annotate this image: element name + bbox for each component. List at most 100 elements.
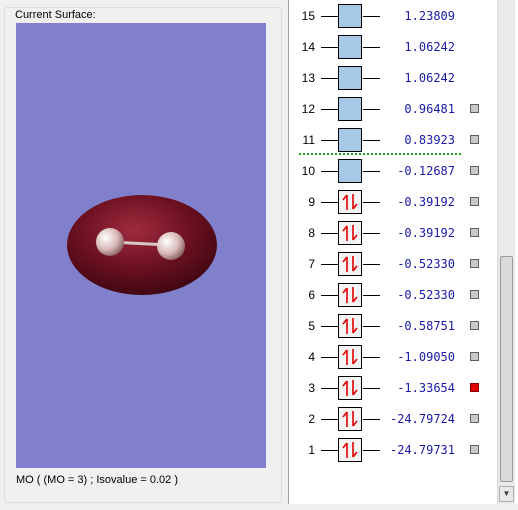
level-line — [321, 16, 338, 17]
mo-row[interactable]: 11 0.83923 — [289, 126, 499, 154]
spin-pair-icon — [342, 411, 358, 427]
occupied-orbital-box[interactable] — [338, 190, 362, 214]
spin-pair-icon — [342, 256, 358, 272]
mo-number: 12 — [301, 102, 315, 116]
mo-select-checkbox[interactable] — [470, 445, 479, 454]
mo-energy-value: -1.33654 — [397, 381, 455, 395]
mo-row[interactable]: 6 -0.52330 — [289, 281, 499, 309]
mo-energy-value: -1.09050 — [397, 350, 455, 364]
mo-select-checkbox[interactable] — [470, 166, 479, 175]
mo-number: 7 — [308, 257, 315, 271]
mo-energy-value: 1.23809 — [404, 9, 455, 23]
mo-number: 2 — [308, 412, 315, 426]
scrollbar-thumb[interactable] — [500, 256, 513, 482]
occupied-orbital-box[interactable] — [338, 407, 362, 431]
mo-row[interactable]: 12 0.96481 — [289, 95, 499, 123]
virtual-orbital-box[interactable] — [338, 66, 362, 90]
mo-number: 9 — [308, 195, 315, 209]
mo-energy-value: 0.83923 — [404, 133, 455, 147]
occupied-orbital-box[interactable] — [338, 252, 362, 276]
spin-pair-icon — [342, 349, 358, 365]
occupied-orbital-box[interactable] — [338, 283, 362, 307]
mo-select-checkbox-active[interactable] — [470, 383, 479, 392]
virtual-orbital-box[interactable] — [338, 97, 362, 121]
level-line — [321, 47, 338, 48]
virtual-orbital-box[interactable] — [338, 4, 362, 28]
mo-number: 13 — [301, 71, 315, 85]
mo-select-checkbox[interactable] — [470, 259, 479, 268]
mo-row[interactable]: 3 -1.33654 — [289, 374, 499, 402]
mo-row[interactable]: 14 1.06242 — [289, 33, 499, 61]
mo-row[interactable]: 13 1.06242 — [289, 64, 499, 92]
mo-row[interactable]: 10 -0.12687 — [289, 157, 499, 185]
mo-energy-value: -0.12687 — [397, 164, 455, 178]
mo-energy-diagram[interactable]: 15 1.23809 14 1.06242 13 1.06242 12 0.96481 11 0.… — [288, 0, 518, 504]
occupied-orbital-box[interactable] — [338, 376, 362, 400]
level-line — [321, 388, 338, 389]
spin-pair-icon — [342, 380, 358, 396]
mo-row[interactable]: 2 -24.79724 — [289, 405, 499, 433]
level-line — [321, 109, 338, 110]
mo-energy-value: -24.79731 — [389, 443, 455, 457]
mo-select-checkbox[interactable] — [470, 290, 479, 299]
mo-row[interactable]: 7 -0.52330 — [289, 250, 499, 278]
virtual-orbital-box[interactable] — [338, 159, 362, 183]
mo-number: 15 — [301, 9, 315, 23]
mo-select-checkbox[interactable] — [470, 228, 479, 237]
mo-row[interactable]: 15 1.23809 — [289, 2, 499, 30]
mo-row[interactable]: 4 -1.09050 — [289, 343, 499, 371]
occupied-orbital-box[interactable] — [338, 221, 362, 245]
occupied-orbital-box[interactable] — [338, 314, 362, 338]
mo-select-checkbox[interactable] — [470, 414, 479, 423]
mo-select-checkbox[interactable] — [470, 135, 479, 144]
virtual-orbital-box[interactable] — [338, 35, 362, 59]
spin-pair-icon — [342, 318, 358, 334]
mo-select-checkbox[interactable] — [470, 321, 479, 330]
mo-row[interactable]: 9 -0.39192 — [289, 188, 499, 216]
mo-select-checkbox[interactable] — [470, 352, 479, 361]
scroll-down-arrow-icon[interactable]: ▼ — [499, 486, 514, 502]
mo-number: 3 — [308, 381, 315, 395]
mo-energy-value: -0.52330 — [397, 288, 455, 302]
mo-number: 8 — [308, 226, 315, 240]
spin-pair-icon — [342, 225, 358, 241]
mo-select-checkbox[interactable] — [470, 197, 479, 206]
level-line — [321, 295, 338, 296]
mo-energy-value: -0.58751 — [397, 319, 455, 333]
level-line — [321, 140, 338, 141]
mo-energy-value: 1.06242 — [404, 71, 455, 85]
mo-energy-value: -0.39192 — [397, 226, 455, 240]
level-line — [321, 78, 338, 79]
mo-number: 14 — [301, 40, 315, 54]
virtual-orbital-box[interactable] — [338, 128, 362, 152]
isosurface-render — [67, 195, 217, 295]
mo-number: 11 — [302, 133, 315, 147]
mo-number: 4 — [308, 350, 315, 364]
mo-select-checkbox[interactable] — [470, 104, 479, 113]
mo-energy-value: 0.96481 — [404, 102, 455, 116]
level-line — [321, 264, 338, 265]
spin-pair-icon — [342, 194, 358, 210]
molecule-viewport[interactable] — [16, 23, 266, 468]
level-line — [321, 450, 338, 451]
mo-row[interactable]: 5 -0.58751 — [289, 312, 499, 340]
level-line — [321, 233, 338, 234]
level-line — [321, 419, 338, 420]
spin-pair-icon — [342, 442, 358, 458]
level-line — [321, 326, 338, 327]
mo-row[interactable]: 8 -0.39192 — [289, 219, 499, 247]
atom-right — [157, 232, 185, 260]
mo-energy-value: -24.79724 — [389, 412, 455, 426]
mo-number: 1 — [308, 443, 315, 457]
level-line — [321, 171, 338, 172]
atom-left — [96, 228, 124, 256]
mo-scrollbar[interactable]: ▼ — [497, 0, 515, 504]
mo-number: 6 — [308, 288, 315, 302]
occupied-orbital-box[interactable] — [338, 438, 362, 462]
occupied-orbital-box[interactable] — [338, 345, 362, 369]
mo-energy-value: -0.52330 — [397, 257, 455, 271]
homo-lumo-divider — [299, 153, 461, 155]
mo-number: 5 — [308, 319, 315, 333]
surface-status: MO ( (MO = 3) ; Isovalue = 0.02 ) — [16, 474, 178, 486]
mo-row[interactable]: 1 -24.79731 — [289, 436, 499, 464]
